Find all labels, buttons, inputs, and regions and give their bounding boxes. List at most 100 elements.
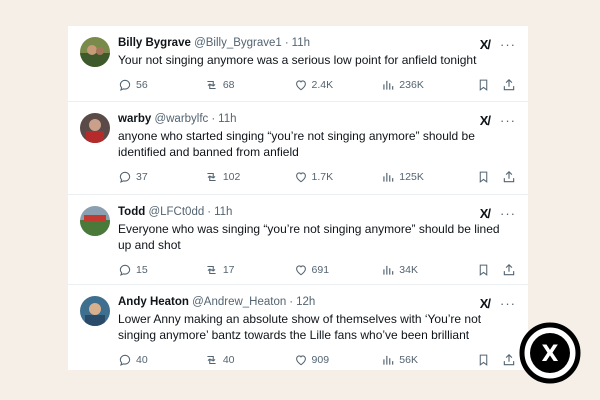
views-button[interactable]: 34K	[381, 263, 471, 277]
timestamp[interactable]: 12h	[296, 296, 315, 308]
share-button[interactable]	[502, 353, 516, 367]
like-button[interactable]: 691	[294, 263, 382, 277]
more-options-icon[interactable]: ···	[500, 38, 516, 51]
separator: ·	[284, 37, 289, 49]
views-count: 125K	[399, 171, 424, 183]
share-icon	[503, 170, 515, 183]
action-bar: 56 68 2.4K 236K	[118, 74, 516, 96]
retweet-icon	[207, 355, 216, 365]
like-button[interactable]: 909	[294, 353, 382, 367]
bookmark-button[interactable]	[477, 170, 490, 184]
like-count: 1.7K	[311, 171, 334, 183]
more-options-icon[interactable]: ···	[500, 297, 516, 310]
views-icon	[383, 265, 394, 275]
timestamp[interactable]: 11h	[214, 206, 232, 218]
tweet-card[interactable]: Todd @LFCt0dd · 11h X/ ··· Everyone who wa…	[68, 195, 528, 285]
bookmark-icon	[479, 171, 488, 183]
retweet-icon	[207, 265, 216, 275]
avatar[interactable]	[80, 37, 110, 67]
bookmark-icon	[479, 264, 488, 276]
bookmark-button[interactable]	[477, 78, 490, 92]
reply-icon	[119, 79, 131, 91]
timestamp[interactable]: 11h	[292, 37, 310, 49]
grok-icon[interactable]: X/	[480, 206, 491, 221]
reply-button[interactable]: 37	[118, 170, 204, 184]
display-name[interactable]: Todd	[118, 206, 145, 218]
display-name[interactable]: Billy Bygrave	[118, 37, 191, 49]
views-count: 56K	[399, 354, 418, 366]
retweet-button[interactable]: 102	[204, 170, 294, 184]
tweet-text: anyone who started singing “you’re not s…	[118, 129, 475, 159]
tweet-text: Lower Anny making an absolute show of th…	[118, 312, 482, 342]
display-name[interactable]: warby	[118, 113, 151, 125]
reply-button[interactable]: 56	[118, 78, 204, 92]
handle[interactable]: @LFCt0dd	[148, 206, 204, 218]
grok-icon[interactable]: X/	[480, 296, 491, 311]
retweet-button[interactable]: 40	[204, 353, 294, 367]
tweet-feed: Billy Bygrave @Billy_Bygrave1 · 11h X/ ···…	[68, 26, 528, 370]
avatar[interactable]	[80, 113, 110, 143]
retweet-count: 40	[222, 354, 235, 366]
share-icon	[503, 353, 515, 366]
action-bar: 37 102 1.7K 125K	[118, 166, 516, 188]
like-button[interactable]: 2.4K	[294, 78, 382, 92]
reply-icon	[119, 264, 131, 276]
retweet-count: 17	[222, 264, 235, 276]
views-icon	[383, 80, 394, 90]
handle[interactable]: @Billy_Bygrave1	[194, 37, 282, 49]
views-button[interactable]: 56K	[381, 353, 471, 367]
grok-icon[interactable]: X/	[480, 113, 491, 128]
like-count: 909	[311, 354, 330, 366]
tweet-card[interactable]: Andy Heaton @Andrew_Heaton · 12h X/ ··· Lo…	[68, 285, 528, 370]
bookmark-icon	[479, 79, 488, 91]
handle[interactable]: @warbylfc	[154, 113, 208, 125]
share-button[interactable]	[502, 78, 516, 92]
x-logo-badge: X	[519, 322, 581, 384]
views-button[interactable]: 125K	[381, 170, 471, 184]
handle[interactable]: @Andrew_Heaton	[192, 296, 286, 308]
reply-button[interactable]: 15	[118, 263, 204, 277]
views-count: 34K	[399, 264, 418, 276]
action-bar: 40 40 909 56K	[118, 349, 516, 371]
like-button[interactable]: 1.7K	[294, 170, 382, 184]
heart-icon	[295, 172, 306, 183]
like-count: 2.4K	[311, 79, 334, 91]
tweet-text: Your not singing anymore was a serious l…	[118, 53, 477, 67]
reply-count: 37	[136, 171, 148, 183]
share-icon	[503, 78, 515, 91]
more-options-icon[interactable]: ···	[500, 207, 516, 220]
separator: ·	[211, 113, 216, 125]
more-options-icon[interactable]: ···	[500, 114, 516, 127]
retweet-button[interactable]: 68	[204, 78, 294, 92]
reply-button[interactable]: 40	[118, 353, 204, 367]
tweet-card[interactable]: warby @warbylfc · 11h X/ ··· anyone who st…	[68, 102, 528, 195]
retweet-icon	[207, 80, 216, 90]
avatar[interactable]	[80, 296, 110, 326]
bookmark-button[interactable]	[477, 263, 490, 277]
share-button[interactable]	[502, 170, 516, 184]
separator: ·	[207, 206, 212, 218]
bookmark-icon	[479, 354, 488, 366]
tweet-header: Billy Bygrave @Billy_Bygrave1 · 11h	[118, 36, 516, 51]
share-icon	[503, 263, 515, 276]
share-button[interactable]	[502, 263, 516, 277]
retweet-count: 102	[222, 171, 241, 183]
timestamp[interactable]: 11h	[218, 113, 236, 125]
grok-icon[interactable]: X/	[480, 37, 491, 52]
reply-count: 40	[136, 354, 148, 366]
tweet-header: Todd @LFCt0dd · 11h	[118, 205, 516, 220]
tweet-text: Everyone who was singing “you’re not sin…	[118, 222, 500, 252]
tweet-header: Andy Heaton @Andrew_Heaton · 12h	[118, 295, 516, 310]
heart-icon	[295, 265, 306, 276]
heart-icon	[295, 355, 306, 366]
bookmark-button[interactable]	[477, 353, 490, 367]
views-button[interactable]: 236K	[381, 78, 471, 92]
retweet-count: 68	[222, 79, 235, 91]
display-name[interactable]: Andy Heaton	[118, 296, 189, 308]
retweet-button[interactable]: 17	[204, 263, 294, 277]
avatar[interactable]	[80, 206, 110, 236]
tweet-card[interactable]: Billy Bygrave @Billy_Bygrave1 · 11h X/ ···…	[68, 26, 528, 102]
reply-icon	[119, 171, 131, 183]
views-count: 236K	[399, 79, 424, 91]
reply-icon	[119, 354, 131, 366]
